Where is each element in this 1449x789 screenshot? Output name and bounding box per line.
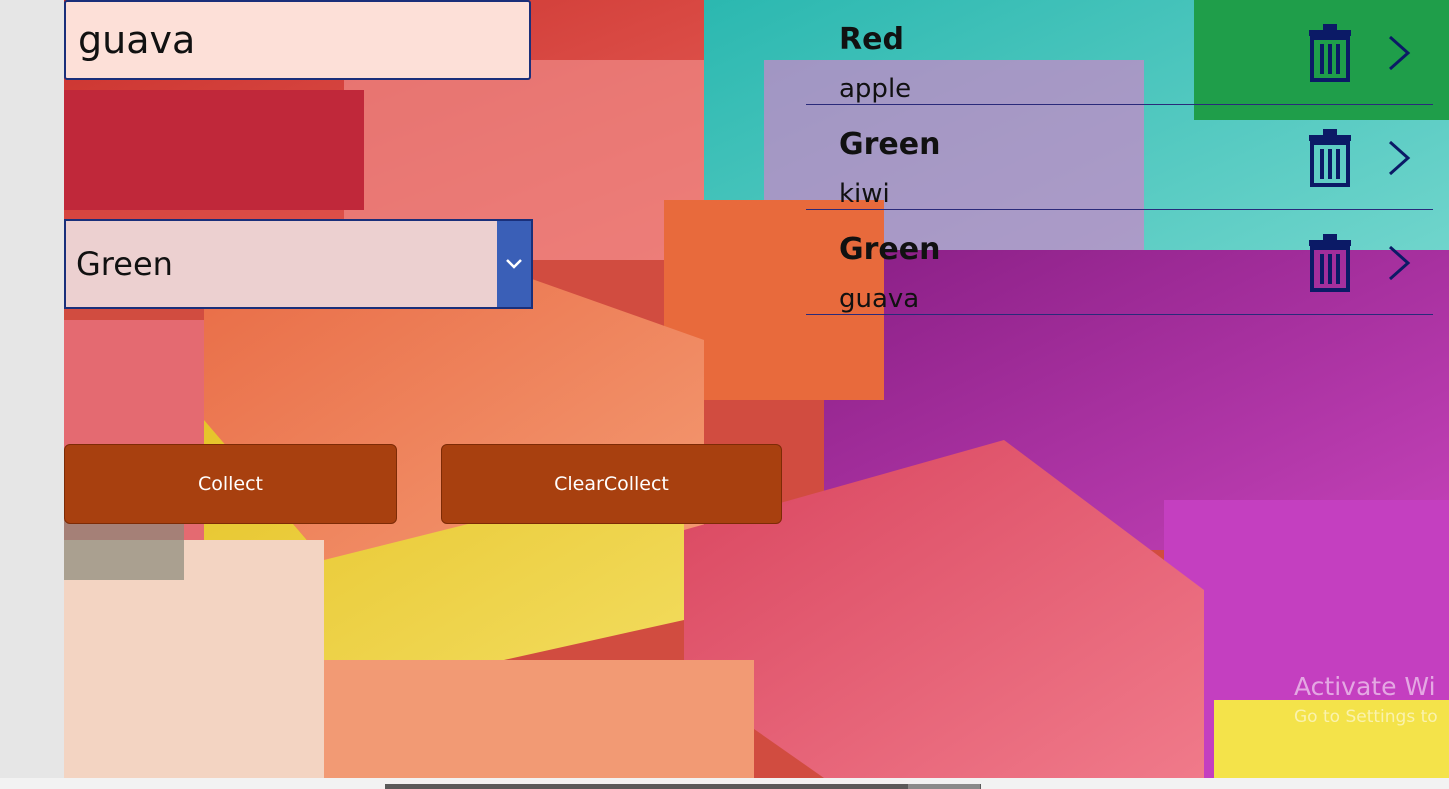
text-input[interactable]: guava	[64, 0, 531, 80]
watermark-line2: Go to Settings to	[1294, 707, 1438, 727]
dropdown-selected-value: Green	[76, 245, 173, 283]
text-input-value: guava	[78, 18, 196, 62]
scrollbar-thumb[interactable]	[385, 784, 981, 789]
clear-collect-button[interactable]: ClearCollect	[441, 444, 782, 524]
chevron-right-icon[interactable]	[1386, 138, 1412, 178]
chevron-right-icon[interactable]	[1386, 33, 1412, 73]
chevron-down-icon[interactable]	[497, 221, 531, 307]
trash-icon[interactable]	[1306, 127, 1354, 187]
watermark-line1: Activate Wi	[1294, 672, 1436, 701]
scrollbar-thumb-highlight	[908, 784, 980, 789]
clear-collect-button-label: ClearCollect	[554, 473, 669, 495]
gallery-item-subtitle: apple	[839, 74, 912, 104]
color-dropdown[interactable]: Green	[64, 219, 533, 309]
collect-button-label: Collect	[197, 473, 264, 495]
gallery-item-subtitle: kiwi	[839, 179, 890, 209]
left-margin	[0, 0, 64, 789]
gallery-item-subtitle: guava	[839, 284, 920, 314]
chevron-right-icon[interactable]	[1386, 243, 1412, 283]
gallery-item-title: Green	[839, 232, 941, 267]
trash-icon[interactable]	[1306, 232, 1354, 292]
gallery-row[interactable]: Red apple	[806, 0, 1433, 105]
gallery-row[interactable]: Green kiwi	[806, 105, 1433, 210]
trash-icon[interactable]	[1306, 22, 1354, 82]
gallery-row[interactable]: Green guava	[806, 210, 1433, 315]
activate-windows-watermark: Activate Wi Go to Settings to	[1294, 672, 1438, 727]
collect-button[interactable]: Collect	[64, 444, 397, 524]
gallery-item-title: Green	[839, 127, 941, 162]
gallery-item-title: Red	[839, 22, 904, 57]
